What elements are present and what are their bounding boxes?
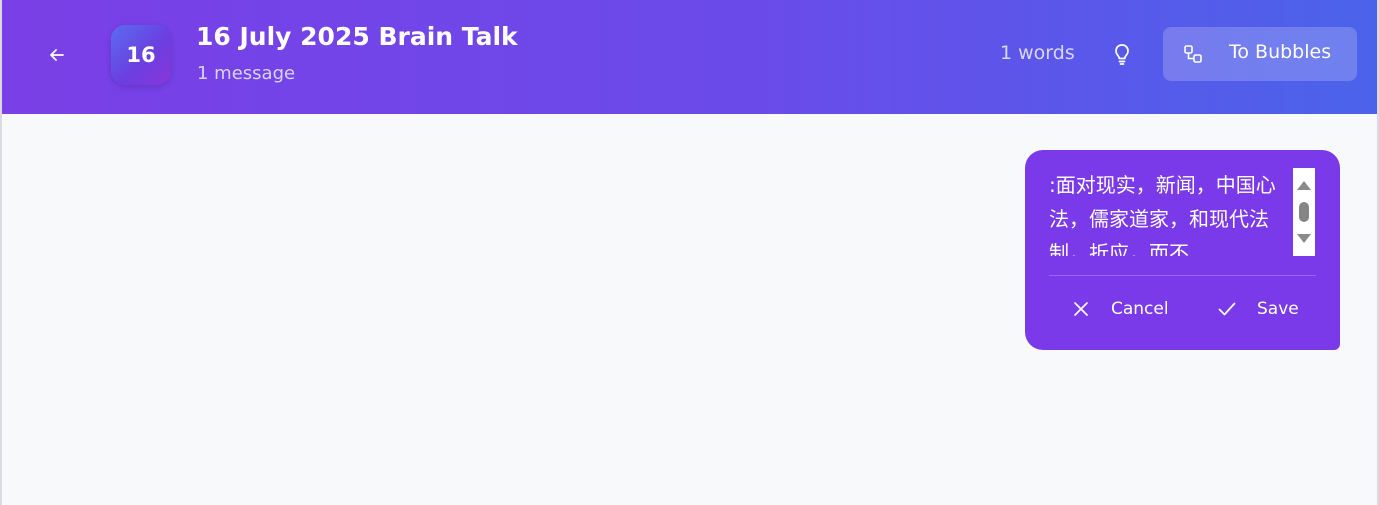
app-window: 16 16 July 2025 Brain Talk 1 message 1 w… [0, 0, 1379, 505]
cancel-button[interactable]: Cancel [1071, 296, 1169, 322]
divider [1049, 275, 1316, 276]
avatar-text: 16 [126, 43, 156, 67]
message-edit-bubble: :面对现实，新闻，中国心法，儒家道家，和现代法制，折应，而不 Cancel Sa… [1025, 150, 1340, 350]
insight-button[interactable] [1107, 39, 1137, 69]
scroll-thumb[interactable] [1299, 202, 1309, 222]
to-bubbles-button[interactable]: To Bubbles [1163, 27, 1357, 81]
cancel-label: Cancel [1111, 299, 1169, 319]
to-bubbles-label: To Bubbles [1229, 41, 1332, 63]
word-count: 1 words [1000, 42, 1075, 64]
page-title: 16 July 2025 Brain Talk [196, 22, 518, 51]
scroll-up-arrow-icon[interactable] [1297, 181, 1311, 190]
check-icon [1217, 299, 1237, 319]
back-button[interactable] [40, 38, 74, 72]
message-area: :面对现实，新闻，中国心法，儒家道家，和现代法制，折应，而不 Cancel Sa… [2, 114, 1377, 505]
lightbulb-icon [1115, 44, 1129, 65]
scroll-down-arrow-icon[interactable] [1297, 234, 1311, 243]
conversation-avatar: 16 [111, 25, 171, 85]
save-button[interactable]: Save [1217, 296, 1299, 322]
arrow-left-icon [50, 49, 64, 61]
editor-scrollbar[interactable] [1293, 168, 1315, 256]
message-count: 1 message [197, 63, 296, 84]
close-icon [1071, 299, 1091, 319]
nodes-icon [1184, 45, 1202, 63]
chat-header: 16 16 July 2025 Brain Talk 1 message 1 w… [2, 0, 1377, 114]
message-edit-textarea[interactable]: :面对现实，新闻，中国心法，儒家道家，和现代法制，折应，而不 [1049, 168, 1293, 256]
save-label: Save [1257, 299, 1299, 319]
